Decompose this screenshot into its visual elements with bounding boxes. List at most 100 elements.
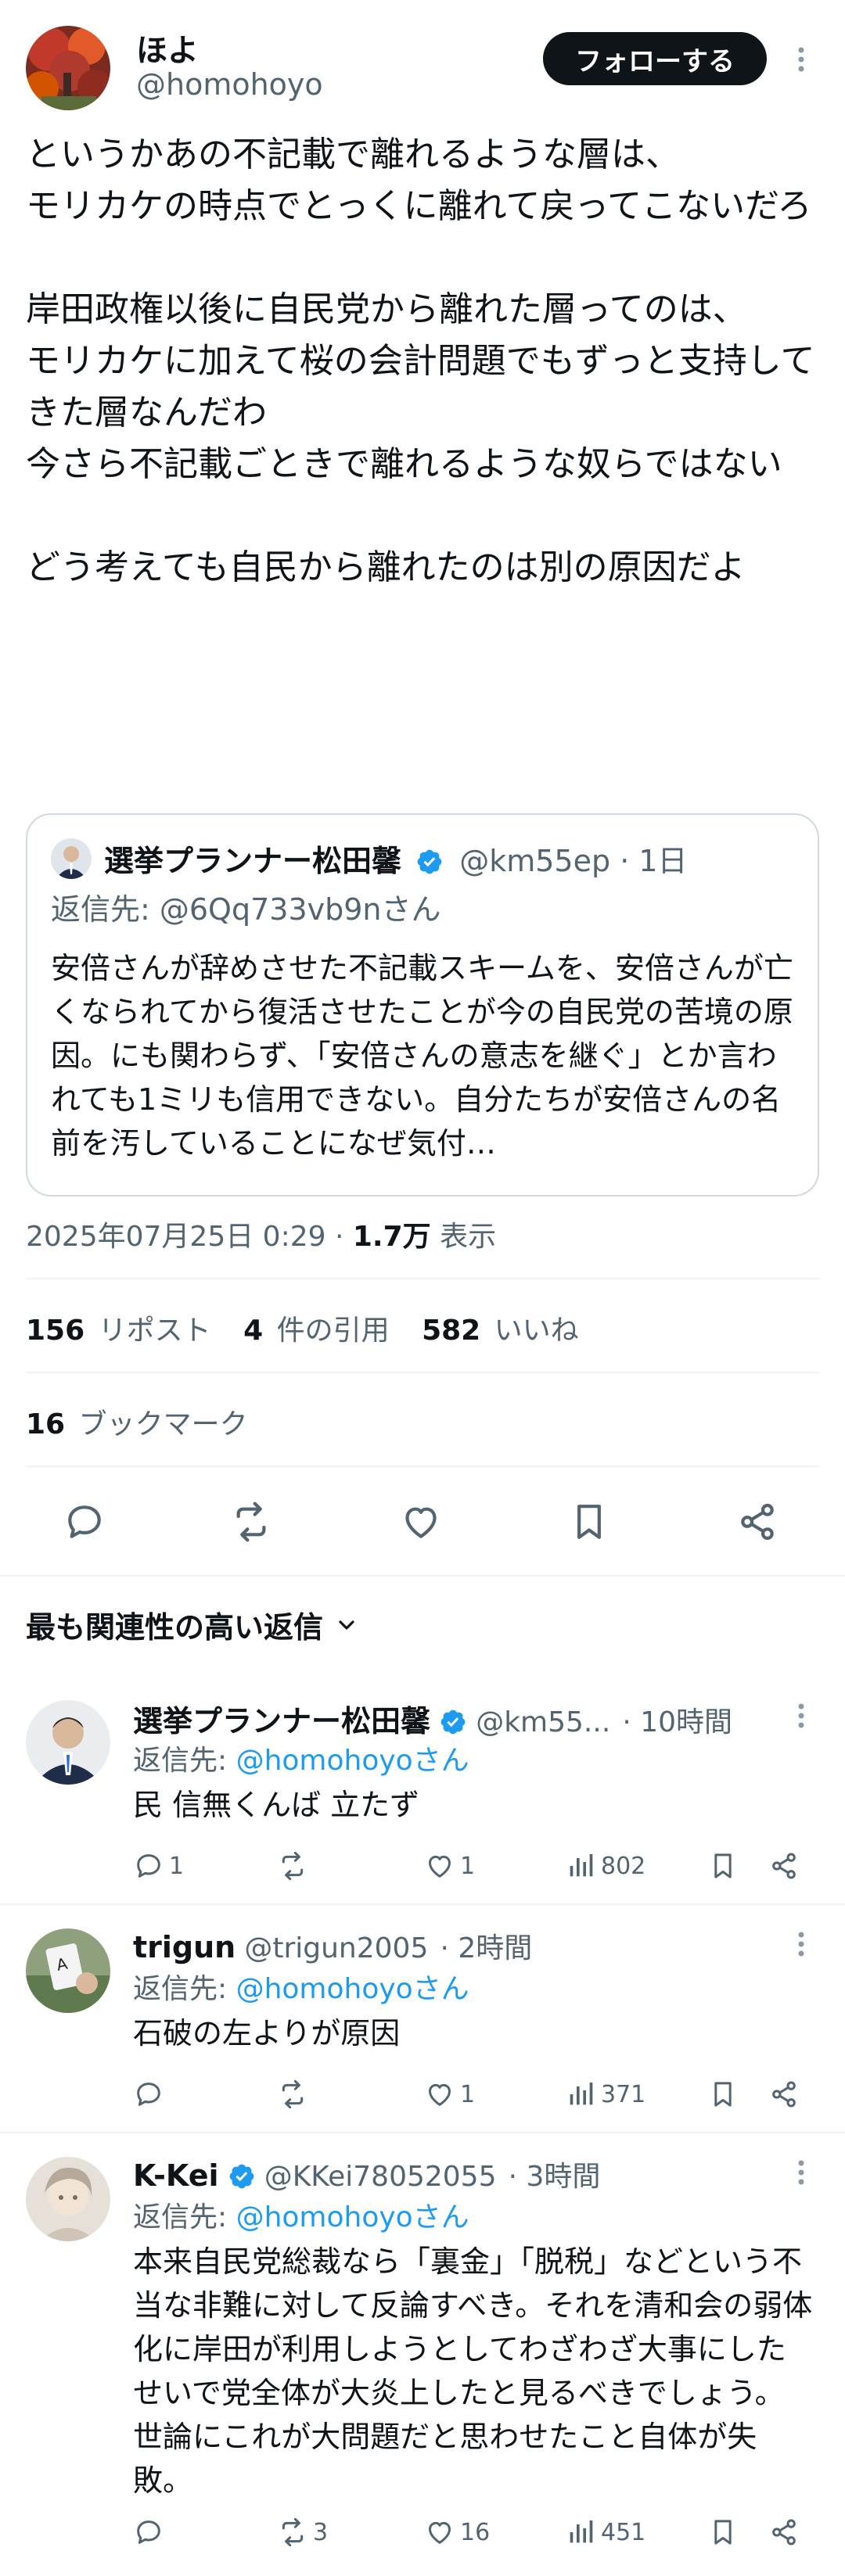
quoted-reply-to: 返信先: @6Qq733vb9nさん [51, 892, 441, 927]
bookmarks-label: ブックマーク [78, 1408, 248, 1440]
quoted-tweet-card[interactable]: 選挙プランナー松田馨 @km55ep · 1日 返信先: @6Qq733vb9n… [26, 813, 819, 1197]
reply-author-handle[interactable]: @trigun2005 [244, 1932, 428, 1964]
reply-reply-button[interactable]: 1 [133, 1850, 184, 1882]
repost-icon[interactable] [229, 1500, 273, 1544]
reply-author-handle[interactable]: @KKei78052055 [264, 2161, 497, 2193]
reply-time[interactable]: · 2時間 [440, 1932, 532, 1964]
reply-avatar[interactable] [26, 2157, 110, 2241]
bookmarks-count: 16 [26, 1408, 66, 1440]
reply-count: 1 [169, 1852, 185, 1880]
reply-avatar[interactable]: A [26, 1928, 110, 2013]
quotes-label: 件の引用 [276, 1315, 390, 1347]
tweet-timestamp[interactable]: 2025年07月25日 0:29 · [26, 1221, 353, 1253]
divider [26, 1466, 819, 1467]
follow-button-label: フォローする [575, 45, 735, 77]
reply-avatar[interactable] [26, 1700, 110, 1785]
reply-author-name[interactable]: K-Kei [133, 2158, 219, 2193]
reply-sort-label: 最も関連性の高い返信 [26, 1610, 324, 1645]
reply-to-prefix: 返信先: [133, 1745, 236, 1777]
reply-to-prefix: 返信先: [133, 1973, 236, 2005]
likes-count: 582 [422, 1315, 481, 1347]
follow-button[interactable]: フォローする [543, 32, 767, 85]
divider [0, 1575, 845, 1577]
reply-like-button[interactable]: 1 [424, 2079, 475, 2110]
like-icon[interactable] [399, 1500, 443, 1544]
divider [26, 1372, 819, 1373]
bookmark-icon[interactable] [707, 2079, 739, 2110]
share-icon[interactable] [768, 1850, 800, 1882]
reply-views-button[interactable]: 802 [565, 1850, 645, 1882]
reply-to-link[interactable]: @homohoyoさん [236, 1973, 469, 2005]
bookmark-icon[interactable] [567, 1500, 611, 1544]
likes-label: いいね [494, 1315, 579, 1347]
reply-views-button[interactable]: 451 [565, 2517, 645, 2548]
share-icon[interactable] [768, 2517, 800, 2548]
quoted-tweet-time: · 1日 [620, 844, 688, 878]
quotes-count: 4 [243, 1315, 264, 1347]
more-options-icon[interactable] [786, 44, 817, 75]
bookmarks-stat[interactable]: 16 ブックマーク [26, 1401, 248, 1442]
share-icon[interactable] [735, 1500, 779, 1544]
reply-item[interactable]: 選挙プランナー松田馨 @km55... · 10時間 返信先: @homohoy… [0, 1674, 845, 1900]
reposts-label: リポスト [98, 1315, 211, 1347]
reply-icon[interactable] [63, 1500, 106, 1544]
repost-icon [277, 1850, 308, 1882]
reply-time[interactable]: · 10時間 [622, 1706, 732, 1738]
reply-to-prefix: 返信先: [133, 2201, 236, 2233]
repost-count: 3 [313, 2518, 329, 2546]
more-options-icon[interactable] [786, 1928, 817, 1960]
reply-views-button[interactable]: 371 [565, 2079, 645, 2110]
views-count: 1.7万 [352, 1221, 431, 1253]
reply-author-handle[interactable]: @km55... [476, 1706, 610, 1738]
reply-repost-button[interactable]: 3 [277, 2517, 328, 2548]
reply-like-button[interactable]: 1 [424, 1850, 475, 1882]
like-count: 16 [460, 2518, 491, 2546]
reply-repost-button[interactable] [277, 1850, 313, 1882]
author-handle[interactable]: @homohoyo [136, 67, 323, 102]
likes-stat[interactable]: 582 いいね [422, 1315, 579, 1347]
quoted-author-handle: @km55ep [459, 844, 611, 878]
author-display-name[interactable]: ほよ [136, 25, 199, 70]
reply-author-name[interactable]: trigun [133, 1930, 236, 1964]
reply-reply-button[interactable] [133, 2517, 169, 2548]
views-chart-icon [565, 1850, 596, 1882]
share-icon[interactable] [768, 2079, 800, 2110]
reply-text: 本来自民党総裁なら「裏金」「脱税」などという不当な非難に対して反論すべき。それを… [133, 2244, 813, 2498]
view-count: 802 [601, 1852, 646, 1880]
reposts-count: 156 [26, 1315, 85, 1347]
views-chart-icon [565, 2079, 596, 2110]
reply-text: 石破の左よりが原因 [133, 2016, 401, 2050]
reply-icon [133, 2079, 164, 2110]
reply-time[interactable]: · 3時間 [509, 2161, 601, 2193]
like-icon [424, 2079, 455, 2110]
reply-sort-dropdown[interactable]: 最も関連性の高い返信 [26, 1603, 359, 1646]
reply-reply-button[interactable] [133, 2079, 169, 2110]
more-options-icon[interactable] [786, 2157, 817, 2188]
more-options-icon[interactable] [786, 1700, 817, 1731]
like-count: 1 [460, 2080, 476, 2108]
author-avatar[interactable] [26, 26, 110, 110]
reply-author-name[interactable]: 選挙プランナー松田馨 [133, 1704, 430, 1738]
view-count: 451 [601, 2518, 646, 2546]
reply-to-link[interactable]: @homohoyoさん [236, 1745, 469, 1777]
views-label: 表示 [430, 1221, 497, 1253]
repost-icon [277, 2079, 308, 2110]
reply-repost-button[interactable] [277, 2079, 313, 2110]
reply-item[interactable]: A trigun @trigun2005 · 2時間 返信先: @homohoy… [0, 1905, 845, 2132]
quotes-stat[interactable]: 4 件の引用 [243, 1315, 398, 1347]
verified-badge-icon [439, 1708, 467, 1736]
reply-item[interactable]: K-Kei @KKei78052055 · 3時間 返信先: @homohoyo… [0, 2133, 845, 2576]
reply-icon [133, 2517, 164, 2548]
like-icon [424, 2517, 455, 2548]
reposts-stat[interactable]: 156 リポスト [26, 1315, 220, 1347]
verified-badge-icon [228, 2162, 256, 2190]
reply-icon [133, 1850, 164, 1882]
bookmark-icon[interactable] [707, 2517, 739, 2548]
reply-like-button[interactable]: 16 [424, 2517, 490, 2548]
reply-to-link[interactable]: @homohoyoさん [236, 2201, 469, 2233]
bookmark-icon[interactable] [707, 1850, 739, 1882]
quoted-author-avatar [51, 838, 92, 879]
reply-text: 民 信無くんば 立たず [133, 1788, 420, 1822]
view-count: 371 [601, 2080, 646, 2108]
divider [26, 1278, 819, 1279]
